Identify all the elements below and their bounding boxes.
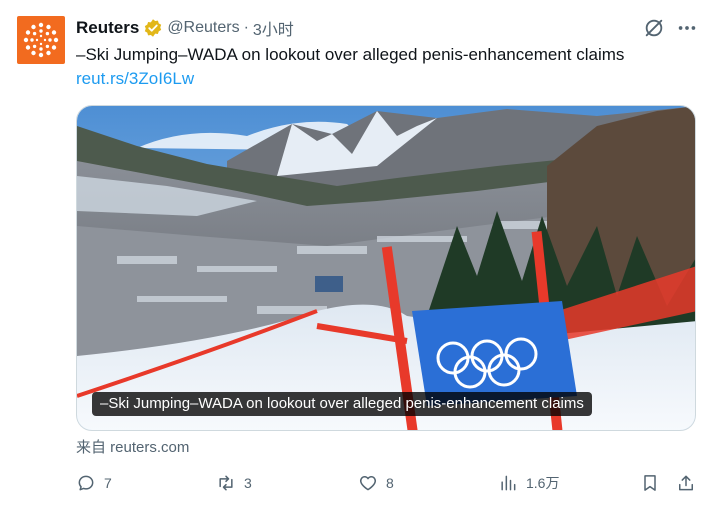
avatar[interactable] xyxy=(17,16,65,64)
heart-icon xyxy=(359,476,377,491)
share-icon xyxy=(679,475,693,491)
views-count: 1.6万 xyxy=(526,475,560,491)
reuters-logo-icon xyxy=(23,22,59,58)
card-source[interactable]: 来自 reuters.com xyxy=(76,436,189,457)
repost-button[interactable]: 3 xyxy=(216,470,252,496)
post-time[interactable]: 3小时 xyxy=(253,16,294,40)
tweet[interactable]: Reuters @Reuters · 3小时 –Ski Jumping–WADA… xyxy=(0,0,715,512)
action-bar: 7 3 8 1.6万 xyxy=(76,470,700,496)
tweet-header: Reuters @Reuters · 3小时 xyxy=(76,17,294,39)
tweet-link[interactable]: reut.rs/3ZoI6Lw xyxy=(76,67,194,91)
like-count: 8 xyxy=(386,475,394,491)
header-separator: · xyxy=(243,19,249,36)
account-name[interactable]: Reuters xyxy=(76,18,139,38)
reply-icon xyxy=(78,475,94,491)
tweet-text: –Ski Jumping–WADA on lookout over allege… xyxy=(76,45,625,64)
account-handle[interactable]: @Reuters xyxy=(167,19,239,37)
views-chart-icon xyxy=(501,475,516,491)
link-card-image[interactable]: –Ski Jumping–WADA on lookout over allege… xyxy=(76,105,696,431)
repost-count: 3 xyxy=(244,475,252,491)
grok-icon[interactable] xyxy=(643,17,665,39)
reply-button[interactable]: 7 xyxy=(76,470,112,496)
views-button[interactable]: 1.6万 xyxy=(498,470,559,496)
ski-slope-photo xyxy=(77,106,695,430)
bookmark-button[interactable] xyxy=(640,470,660,496)
card-caption: –Ski Jumping–WADA on lookout over allege… xyxy=(92,392,592,416)
repost-icon xyxy=(219,475,233,491)
reply-count: 7 xyxy=(104,475,112,491)
like-button[interactable]: 8 xyxy=(358,470,394,496)
more-options-icon[interactable] xyxy=(675,16,699,40)
share-button[interactable] xyxy=(676,470,696,496)
bookmark-icon xyxy=(644,475,656,491)
verified-badge-icon[interactable] xyxy=(143,18,163,38)
